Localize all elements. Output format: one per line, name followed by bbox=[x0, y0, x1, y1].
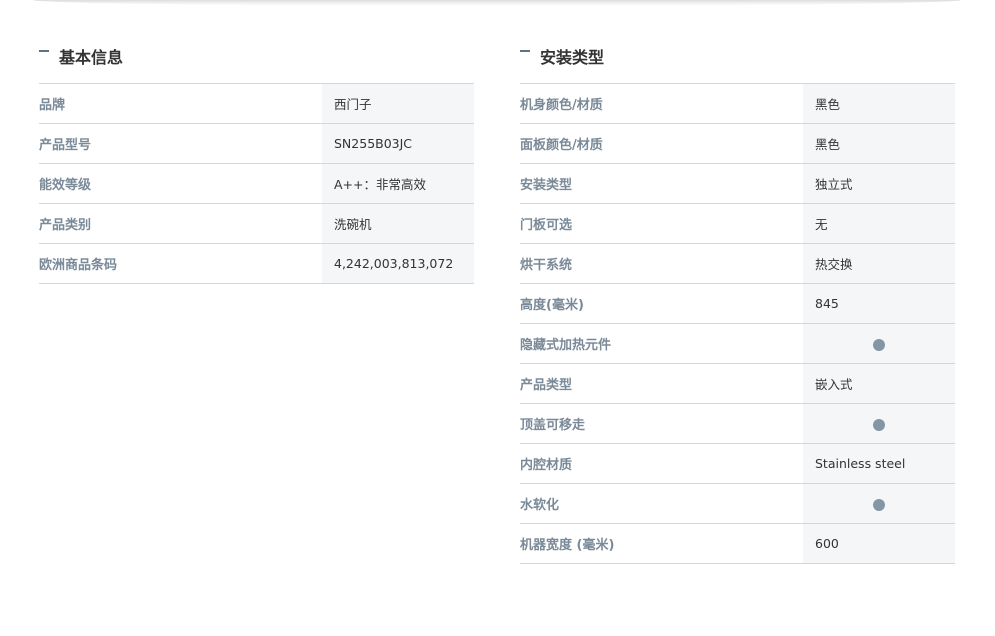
spec-value bbox=[803, 404, 955, 443]
spec-row: 顶盖可移走 bbox=[520, 404, 955, 444]
spec-label: 产品类型 bbox=[520, 378, 573, 393]
spec-row: 欧洲商品条码 4,242,003,813,072 bbox=[39, 244, 474, 284]
spec-row: 面板颜色/材质 黑色 bbox=[520, 124, 955, 164]
spec-label: 能效等级 bbox=[39, 178, 92, 193]
spec-value: Stainless steel bbox=[803, 444, 955, 483]
spec-row: 内腔材质 Stainless steel bbox=[520, 444, 955, 484]
spec-value bbox=[803, 484, 955, 523]
spec-label: 隐藏式加热元件 bbox=[520, 338, 612, 353]
spec-label: 安装类型 bbox=[520, 178, 573, 193]
spec-value: 西门子 bbox=[322, 84, 474, 123]
spec-label: 门板可选 bbox=[520, 218, 573, 233]
section-title: 基本信息 bbox=[59, 48, 124, 67]
dot-indicator-icon bbox=[873, 499, 885, 511]
spec-value: 845 bbox=[803, 284, 955, 323]
collapse-dash-icon[interactable] bbox=[520, 50, 530, 52]
spec-value: SN255B03JC bbox=[322, 124, 474, 163]
installation-type-header: 安装类型 bbox=[520, 44, 604, 68]
spec-value bbox=[803, 324, 955, 363]
spec-value: 独立式 bbox=[803, 164, 955, 203]
spec-row: 产品类别 洗碗机 bbox=[39, 204, 474, 244]
spec-value: 4,242,003,813,072 bbox=[322, 244, 474, 283]
spec-value: 黑色 bbox=[803, 124, 955, 163]
dot-indicator-icon bbox=[873, 419, 885, 431]
spec-label: 水软化 bbox=[520, 498, 560, 513]
spec-value: 黑色 bbox=[803, 84, 955, 123]
spec-row: 品牌 西门子 bbox=[39, 84, 474, 124]
spec-value: A++：非常高效 bbox=[322, 164, 474, 203]
spec-label: 面板颜色/材质 bbox=[520, 138, 603, 153]
spec-value: 热交换 bbox=[803, 244, 955, 283]
spec-row: 烘干系统 热交换 bbox=[520, 244, 955, 284]
spec-row: 隐藏式加热元件 bbox=[520, 324, 955, 364]
spec-label: 品牌 bbox=[39, 98, 66, 113]
spec-row: 产品类型 嵌入式 bbox=[520, 364, 955, 404]
dot-indicator-icon bbox=[873, 339, 885, 351]
spec-row: 机器宽度 (毫米) 600 bbox=[520, 524, 955, 564]
spec-label: 产品类别 bbox=[39, 218, 92, 233]
collapse-dash-icon[interactable] bbox=[39, 50, 49, 52]
spec-label: 产品型号 bbox=[39, 138, 92, 153]
spec-label: 高度(毫米) bbox=[520, 298, 584, 313]
spec-row: 门板可选 无 bbox=[520, 204, 955, 244]
spec-value: 600 bbox=[803, 524, 955, 563]
basic-info-table: 品牌 西门子 产品型号 SN255B03JC 能效等级 A++：非常高效 产品类… bbox=[39, 83, 474, 284]
spec-row: 产品型号 SN255B03JC bbox=[39, 124, 474, 164]
spec-row: 能效等级 A++：非常高效 bbox=[39, 164, 474, 204]
basic-info-header: 基本信息 bbox=[39, 44, 123, 68]
spec-label: 机身颜色/材质 bbox=[520, 98, 603, 113]
spec-label: 烘干系统 bbox=[520, 258, 573, 273]
spec-value: 嵌入式 bbox=[803, 364, 955, 403]
spec-row: 高度(毫米) 845 bbox=[520, 284, 955, 324]
spec-row: 安装类型 独立式 bbox=[520, 164, 955, 204]
spec-row: 机身颜色/材质 黑色 bbox=[520, 84, 955, 124]
spec-value: 无 bbox=[803, 204, 955, 243]
spec-label: 内腔材质 bbox=[520, 458, 573, 473]
spec-label: 欧洲商品条码 bbox=[39, 258, 118, 273]
section-title: 安装类型 bbox=[540, 48, 605, 67]
spec-row: 水软化 bbox=[520, 484, 955, 524]
spec-label: 顶盖可移走 bbox=[520, 418, 586, 433]
top-shadow-divider bbox=[33, 0, 961, 6]
spec-label: 机器宽度 (毫米) bbox=[520, 538, 615, 553]
spec-value: 洗碗机 bbox=[322, 204, 474, 243]
installation-type-table: 机身颜色/材质 黑色 面板颜色/材质 黑色 安装类型 独立式 门板可选 无 烘干… bbox=[520, 83, 955, 564]
